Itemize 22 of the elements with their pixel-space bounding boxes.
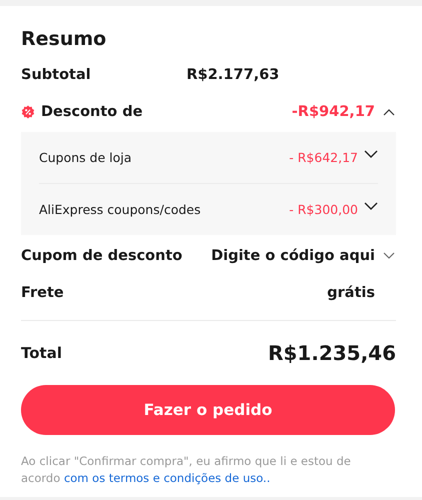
coupon-type-label: AliExpress coupons/codes xyxy=(39,202,202,217)
shipping-value: grátis xyxy=(327,284,375,300)
place-order-button[interactable]: Fazer o pedido xyxy=(21,385,395,435)
coupon-code-field[interactable]: Digite o código aqui xyxy=(211,248,375,264)
terms-link[interactable]: com os termos e condições de uso.. xyxy=(64,471,270,485)
shipping-label: Frete xyxy=(21,284,65,300)
coupon-amount: - R$642,17 xyxy=(289,150,358,165)
coupon-amount: - R$300,00 xyxy=(289,202,358,217)
chevron-icon[interactable] xyxy=(383,108,395,116)
subtotal-value: R$2.177,63 xyxy=(186,66,280,82)
coupon-label: Cupom de desconto xyxy=(21,248,184,264)
chevron-icon[interactable] xyxy=(364,150,378,159)
total-value: R$1.235,46 xyxy=(268,341,396,365)
subtotal-label: Subtotal xyxy=(21,66,91,82)
discount-badge-icon xyxy=(21,104,35,118)
coupon-type-label: Cupons de loja xyxy=(39,150,132,165)
discount-label: Desconto de xyxy=(41,104,144,120)
total-label: Total xyxy=(21,344,62,362)
terms-text: Ao clicar "Confirmar compra", eu afirmo que li e estou de acordo com os termos e condições de uso.. xyxy=(21,453,352,487)
chevron-icon[interactable] xyxy=(364,202,378,211)
summary-title: Resumo xyxy=(21,27,108,52)
discount-value: -R$942,17 xyxy=(292,104,375,120)
